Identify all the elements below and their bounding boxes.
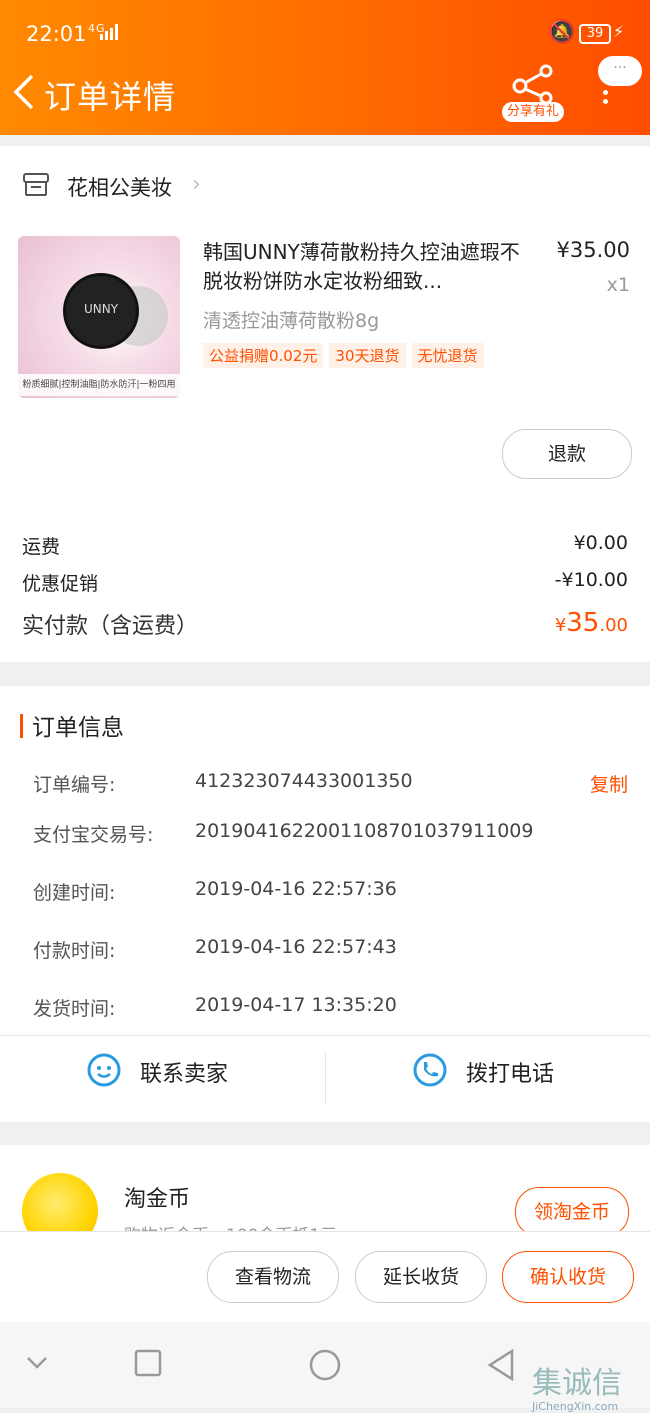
app-header: 22:01 4G 🔕 39 ⚡ 订单详情 分享有礼 ··· (0, 0, 650, 135)
message-bubble[interactable]: ··· (598, 56, 642, 86)
shipped-time-row: 发货时间: 2019-04-17 13:35:20 (33, 994, 397, 1020)
product-image-brand: UNNY (83, 302, 119, 316)
shipping-row: 运费 ¥0.00 (22, 532, 628, 559)
tag-30day-return: 30天退货 (329, 343, 406, 368)
view-logistics-button[interactable]: 查看物流 (207, 1251, 339, 1303)
coin-icon (22, 1173, 98, 1231)
back-arrow-icon[interactable] (10, 70, 40, 114)
vertical-divider (325, 1052, 326, 1104)
confirm-receipt-button[interactable]: 确认收货 (502, 1251, 634, 1303)
home-icon[interactable] (308, 1348, 342, 1382)
watermark-url: JiChengXin.com (532, 1400, 619, 1413)
section-accent (20, 714, 23, 738)
taobao-coin-card: 淘金币 购物返金币，100金币抵1元 领淘金币 (0, 1145, 650, 1231)
product-price: ¥35.00 (556, 238, 630, 262)
divider (0, 1035, 650, 1036)
promo-value: -¥10.00 (554, 569, 628, 591)
product-sku: 清透控油薄荷散粉8g (203, 310, 380, 332)
watermark-text: 集诚信 (532, 1366, 622, 1401)
chevron-right-icon[interactable]: › (192, 172, 201, 197)
order-info-card: 订单信息 订单编号: 412323074433001350 复制 支付宝交易号: 2… (0, 686, 650, 1122)
chat-icon (87, 1053, 121, 1087)
paid-time-row: 付款时间: 2019-04-16 22:57:43 (33, 936, 397, 962)
back-icon[interactable] (486, 1348, 516, 1382)
shop-icon (23, 173, 49, 196)
order-info-title: 订单信息 (32, 715, 124, 741)
shipping-value: ¥0.00 (573, 532, 628, 554)
watermark: 集诚信 JiChengXin.com (532, 1358, 622, 1413)
created-time-row: 创建时间: 2019-04-16 22:57:36 (33, 878, 397, 904)
shop-name[interactable]: 花相公美妆 (67, 172, 172, 202)
total-label: 实付款（含运费） (22, 614, 199, 639)
tag-charity: 公益捐赠0.02元 (203, 343, 324, 368)
mute-bell-icon: 🔕 (548, 20, 576, 45)
product-image[interactable]: UNNY 粉质细腻|控制油脂|防水防汗|一粉四用 (18, 236, 180, 398)
call-phone-label: 拨打电话 (466, 1062, 555, 1087)
share-button[interactable]: 分享有礼 (502, 62, 564, 122)
recent-apps-icon[interactable] (134, 1348, 162, 1378)
product-title[interactable]: 韩国UNNY薄荷散粉持久控油遮瑕不脱妆粉饼防水定妆粉细致... (203, 238, 523, 296)
status-bar: 22:01 4G 🔕 39 ⚡ (0, 0, 650, 66)
claim-coin-button[interactable]: 领淘金币 (515, 1187, 629, 1231)
contact-seller-label: 联系卖家 (140, 1062, 229, 1087)
signal-icon (100, 24, 118, 40)
shipping-label: 运费 (22, 536, 61, 558)
more-icon[interactable] (600, 86, 610, 110)
product-quantity: x1 (606, 274, 630, 296)
promo-row: 优惠促销 -¥10.00 (22, 569, 628, 596)
order-number-row: 订单编号: 412323074433001350 (33, 770, 413, 796)
status-time: 22:01 (26, 22, 87, 46)
phone-icon (413, 1053, 447, 1087)
product-card: 花相公美妆 › UNNY 粉质细腻|控制油脂|防水防汗|一粉四用 韩国UNNY薄… (0, 146, 650, 662)
collapse-icon[interactable] (24, 1348, 50, 1378)
share-label: 分享有礼 (502, 102, 564, 122)
product-tags: 公益捐赠0.02元 30天退货 无忧退货 (203, 343, 490, 368)
product-image-caption: 粉质细腻|控制油脂|防水防汗|一粉四用 (18, 374, 180, 396)
bottom-action-bar: 查看物流 延长收货 确认收货 (0, 1231, 650, 1322)
charging-icon: ⚡ (613, 22, 625, 41)
refund-button[interactable]: 退款 (502, 429, 632, 479)
tag-worry-free-return: 无忧退货 (411, 343, 484, 368)
total-value: ¥35.00 (554, 608, 628, 638)
coin-title: 淘金币 (124, 1187, 191, 1212)
extend-receipt-button[interactable]: 延长收货 (355, 1251, 487, 1303)
coin-subtitle: 购物返金币，100金币抵1元 (124, 1221, 337, 1231)
total-row: 实付款（含运费） ¥35.00 (22, 608, 628, 640)
page-title: 订单详情 (44, 78, 177, 116)
promo-label: 优惠促销 (22, 573, 99, 595)
copy-button[interactable]: 复制 (590, 770, 628, 797)
share-icon (512, 64, 553, 104)
alipay-trade-row: 支付宝交易号: 2019041622001108701037911009 (33, 820, 534, 846)
battery-icon: 39 (579, 24, 611, 44)
